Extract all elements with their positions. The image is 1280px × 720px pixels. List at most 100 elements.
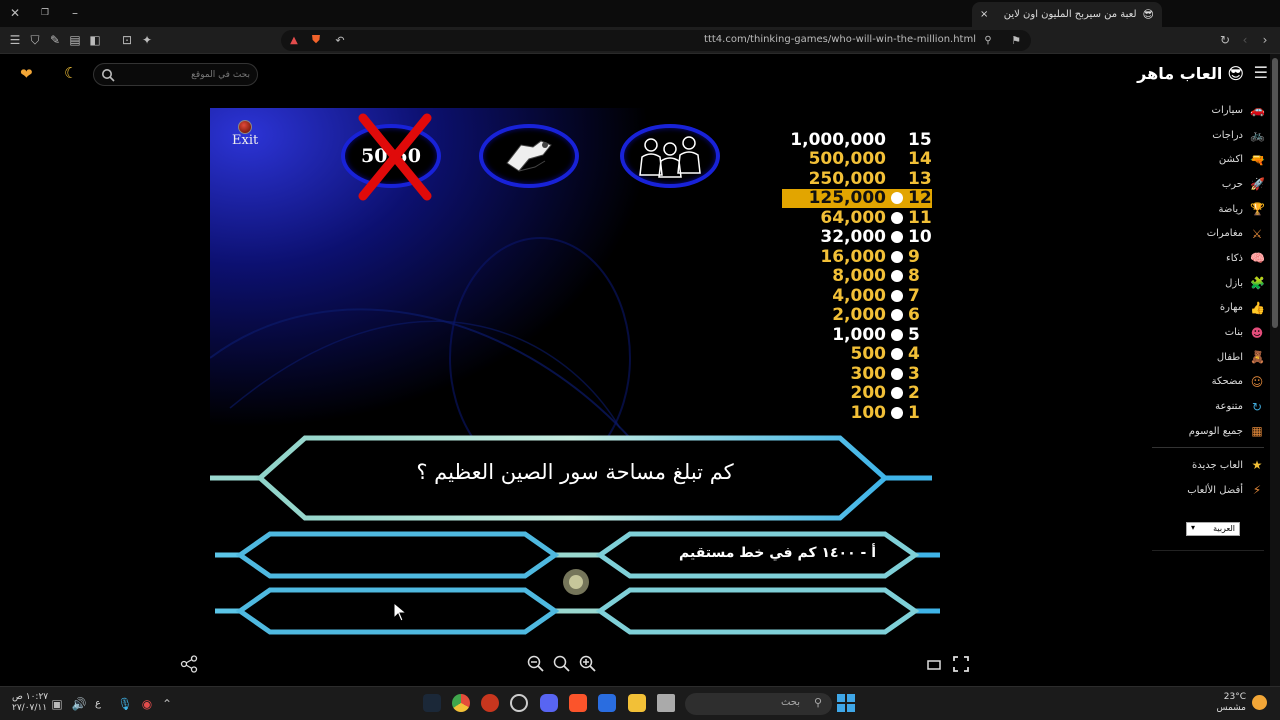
sidebar-item[interactable]: اطفال 🧸 (1152, 345, 1265, 370)
sidebar-item[interactable]: ذكاء 🧠 (1152, 246, 1265, 271)
windows-start-icon[interactable] (837, 694, 855, 712)
share-icon[interactable] (180, 655, 198, 673)
store-app-icon[interactable] (598, 694, 616, 712)
money-level-number: 3 (908, 363, 920, 384)
sidebar-item[interactable]: جميع الوسوم ▦ (1152, 419, 1264, 444)
money-amount: 300 (850, 363, 887, 384)
sidebar-extra-item[interactable]: أفضل الألعاب ⚡ (1152, 478, 1264, 503)
restore-window-icon[interactable]: ❐ (36, 4, 54, 22)
zoom-in-icon[interactable] (579, 655, 597, 673)
sidebar-item[interactable]: رياضة 🏆 (1152, 197, 1264, 222)
sidebar-item[interactable]: سيارات 🚗 (1152, 98, 1265, 123)
money-level-number: 10 (908, 227, 932, 248)
shield-icon[interactable]: ⛉ (26, 31, 44, 49)
active-tab[interactable]: 😎 لعبة من سيربح المليون اون لاين × (972, 2, 1162, 27)
puzzle-icon[interactable]: ✦ (138, 31, 156, 49)
back-icon[interactable]: › (1256, 31, 1274, 49)
discord-app-icon[interactable] (540, 694, 558, 712)
sidebar-extra-item[interactable]: العاب جديدة ★ (1152, 453, 1264, 478)
money-amount: 8,000 (832, 266, 886, 287)
search-icon[interactable] (101, 68, 115, 82)
sidebar-item[interactable]: دراجات 🚲 (1152, 123, 1265, 148)
fullscreen-icon[interactable] (952, 655, 970, 673)
extra-links: العاب جديدة ★ أفضل الألعاب ⚡ (1152, 453, 1264, 502)
steam-app-icon[interactable] (423, 694, 441, 712)
sidebar-item-label: بنات (1224, 327, 1243, 339)
answer-a[interactable]: أ - ١٤٠٠ كم في خط مستقيم (679, 545, 876, 561)
sidebar-item[interactable]: مهارة 👍 (1152, 296, 1265, 321)
lifeline-5050[interactable]: 50:50 (341, 113, 441, 201)
clock[interactable]: ١٠:٢٧ ص ٢٧/٠٧/١١ (12, 692, 48, 714)
microphone-icon[interactable]: 🎙 (116, 695, 134, 713)
weather-widget[interactable]: 23°C مشمس (1214, 692, 1246, 714)
brave-shield-icon[interactable]: ⛊ (307, 31, 325, 49)
share-url-icon[interactable]: ↶ (331, 31, 349, 49)
tray-chevron-icon[interactable]: ⌃ (158, 695, 176, 713)
brain-icon: 🧠 (1250, 251, 1265, 266)
zoom-out-icon[interactable] (527, 655, 545, 673)
logo-emoji-icon: 😎 (1227, 64, 1244, 83)
lifeline-phone-friend[interactable] (479, 124, 579, 188)
app-icon-circle[interactable] (510, 694, 528, 712)
close-window-icon[interactable]: ✕ (6, 4, 24, 22)
sidebar-item[interactable]: مغامرات ⚔ (1152, 221, 1264, 246)
minimize-window-icon[interactable]: – (66, 4, 84, 22)
lifeline-ask-audience[interactable] (620, 124, 720, 188)
site-logo[interactable]: 😎 العاب ماهر (1137, 64, 1244, 83)
reload-icon[interactable]: ↻ (1216, 31, 1234, 49)
level-dot-icon (891, 231, 903, 244)
brave-rewards-icon[interactable]: ▲ (285, 31, 303, 49)
menu-icon[interactable]: ☰ (6, 31, 24, 49)
forward-icon[interactable]: ‹ (1236, 31, 1254, 49)
money-level-number: 9 (908, 246, 920, 267)
exit-button[interactable] (238, 120, 252, 134)
exit-label[interactable]: Exit (232, 133, 258, 148)
notifications-icon[interactable]: ▣ (48, 695, 66, 713)
search-input[interactable] (118, 67, 250, 82)
bookmark-icon[interactable]: ⚑ (1007, 31, 1025, 49)
kid-icon: 🧸 (1250, 350, 1265, 365)
close-tab-button[interactable]: × (980, 9, 988, 20)
app-icon-window[interactable] (657, 694, 675, 712)
zoom-reset-icon[interactable] (553, 655, 571, 673)
sidebar-item-label: العاب جديدة (1192, 459, 1243, 471)
heart-icon[interactable]: ❤ (20, 65, 33, 83)
taskbar-search[interactable]: بحث ⚲ (685, 693, 832, 715)
game-frame[interactable]: Exit 50:50 1,000,00015500,00014250,00013… (210, 108, 940, 639)
moon-icon[interactable]: ☾ (64, 64, 77, 82)
answer-c[interactable] (600, 590, 915, 632)
file-explorer-icon[interactable] (628, 694, 646, 712)
sidebar-item[interactable]: بازل 🧩 (1152, 271, 1265, 296)
brave-app-icon[interactable] (569, 694, 587, 712)
level-dot-icon (891, 348, 903, 361)
chrome-app-icon[interactable] (452, 694, 470, 712)
site-settings-icon[interactable]: ⚲ (979, 31, 997, 49)
url-text[interactable]: ttt4.com/thinking-games/who-will-win-the… (704, 34, 976, 45)
input-language[interactable]: ع (95, 698, 101, 709)
sidebar-item[interactable]: مضحكة ☺ (1152, 370, 1264, 395)
money-level-number: 2 (908, 383, 920, 404)
app-icon-red[interactable] (481, 694, 499, 712)
theater-mode-icon[interactable] (926, 656, 942, 672)
sidebar-item[interactable]: اكشن 🔫 (1152, 147, 1265, 172)
answer-b[interactable] (240, 534, 555, 576)
money-level: 500 4 (782, 344, 932, 364)
vpn-icon[interactable]: ◉ (138, 695, 156, 713)
sidebar-item-label: اطفال (1216, 351, 1243, 363)
screenshot-icon[interactable]: ⊡ (118, 31, 136, 49)
scrollbar-thumb[interactable] (1272, 58, 1278, 328)
sidebar-item[interactable]: بنات ☻ (1152, 320, 1264, 345)
sidebar-item[interactable]: متنوعة ↻ (1152, 394, 1264, 419)
language-value: العربية (1213, 524, 1235, 533)
site-search[interactable] (93, 63, 258, 86)
hamburger-icon[interactable]: ☰ (1254, 63, 1268, 82)
used-x-icon (358, 113, 432, 201)
extensions-icon[interactable]: ✎ (46, 31, 64, 49)
sidebar-item[interactable]: حرب 🚀 (1152, 172, 1265, 197)
money-level-number: 6 (908, 305, 920, 326)
sidebar-icon[interactable]: ◧ (86, 31, 104, 49)
speaker-icon[interactable]: 🔊 (70, 695, 88, 713)
wallet-icon[interactable]: ▤ (66, 31, 84, 49)
language-select[interactable]: ▾ العربية (1186, 522, 1240, 536)
level-dot-icon (891, 387, 903, 400)
